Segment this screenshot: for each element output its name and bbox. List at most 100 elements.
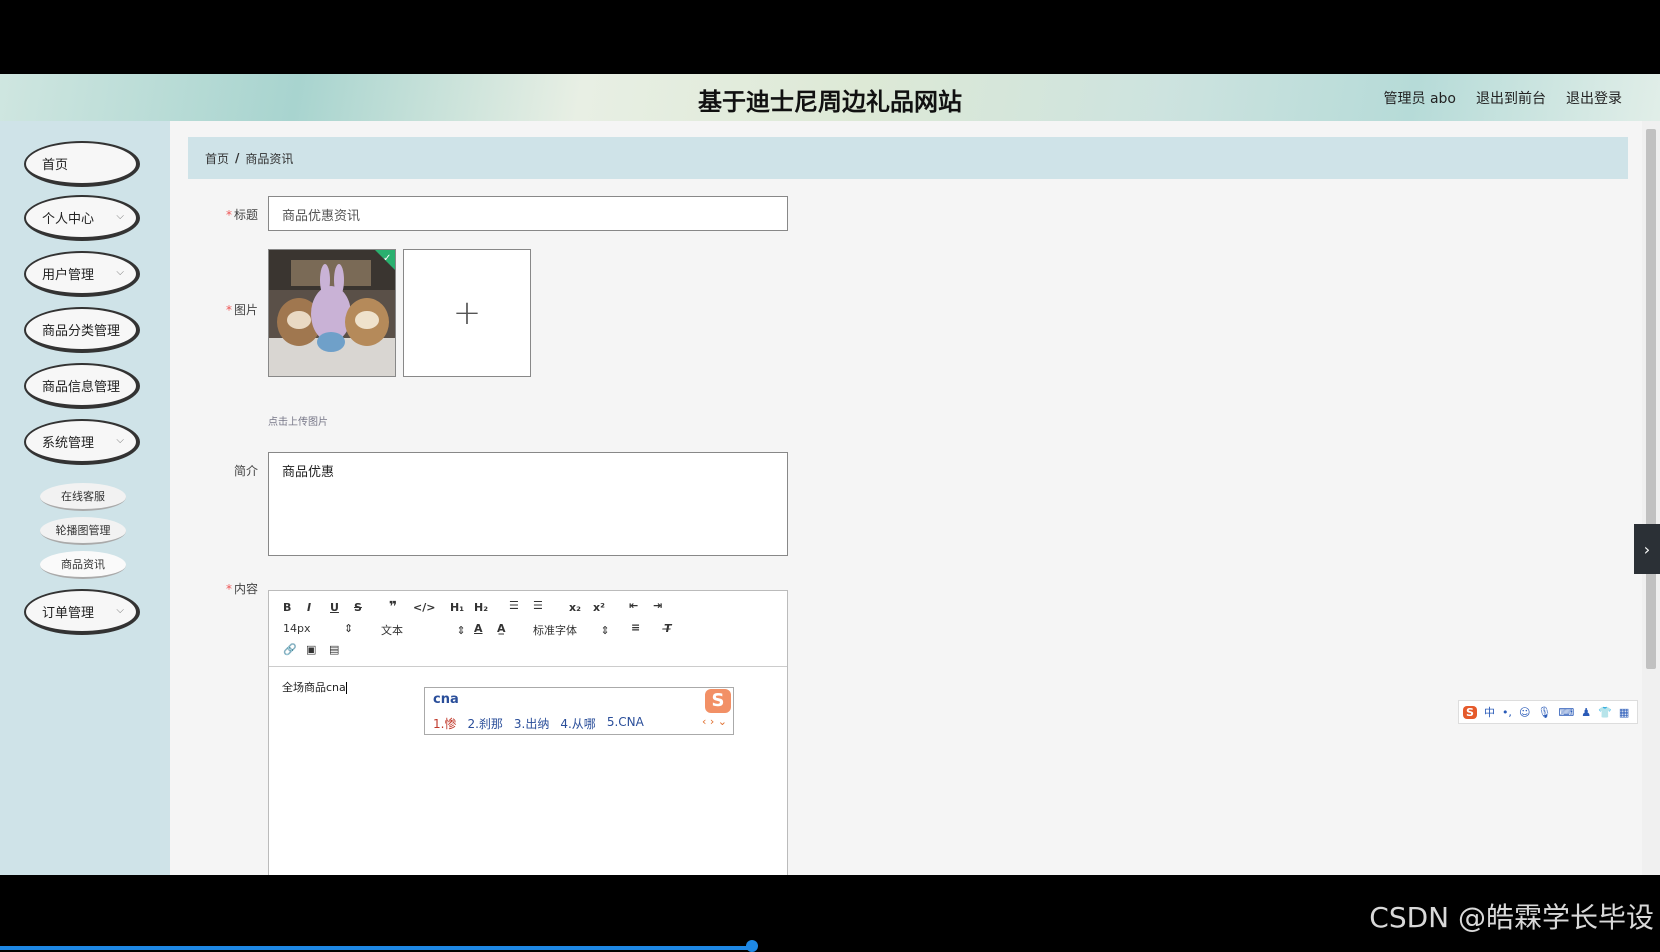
sogou-logo-icon: S <box>705 689 731 713</box>
ime-mode[interactable]: 中 <box>1484 704 1495 720</box>
sidebar-item-category-management[interactable]: 商品分类管理 <box>24 307 140 353</box>
skin-icon[interactable]: 👕 <box>1598 706 1612 719</box>
sidebar-item-personal-center[interactable]: 个人中心 ⌵ <box>24 195 140 241</box>
ime-input-text: cna <box>433 692 459 707</box>
microphone-icon[interactable]: 🎙 <box>1537 706 1551 719</box>
ime-candidate[interactable]: 4.从哪 <box>560 715 595 732</box>
punctuation-icon[interactable]: •, <box>1502 706 1512 719</box>
strikethrough-icon[interactable]: S <box>354 601 362 614</box>
indent-icon[interactable]: ⇥ <box>653 599 662 612</box>
ime-candidate[interactable]: 5.CNA <box>607 715 644 732</box>
font-family-select[interactable]: 标准字体 ⇕ <box>533 622 610 638</box>
title-input[interactable]: 商品优惠资讯 <box>268 196 788 231</box>
content-label: * 内容 <box>198 580 258 597</box>
scrollbar-thumb[interactable] <box>1646 129 1656 669</box>
sidebar-item-order-management[interactable]: 订单管理 ⌵ <box>24 589 140 635</box>
italic-icon[interactable]: I <box>307 601 311 614</box>
ordered-list-icon[interactable]: ☰ <box>509 599 519 612</box>
font-size-select[interactable]: 14px ⇕ <box>283 622 353 635</box>
sidebar-item-label: 个人中心 <box>42 211 95 227</box>
ime-page-nav-icon[interactable]: ‹ › ⌄ <box>702 715 727 728</box>
outdent-icon[interactable]: ⇤ <box>629 599 638 612</box>
breadcrumb-current: 商品资讯 <box>245 151 294 166</box>
image-label-text: 图片 <box>233 303 258 317</box>
sidebar-item-home[interactable]: 首页 <box>24 141 140 187</box>
code-icon[interactable]: </> <box>413 601 435 614</box>
video-icon[interactable]: ▤ <box>329 643 339 656</box>
plus-icon: + <box>452 293 482 333</box>
exit-to-front-link[interactable]: 退出到前台 <box>1476 88 1546 108</box>
emoji-icon[interactable]: ☺ <box>1519 706 1530 719</box>
blockquote-icon[interactable]: ❞ <box>389 599 397 615</box>
logout-link[interactable]: 退出登录 <box>1566 88 1622 108</box>
plush-toys-image: ✓ <box>269 250 395 376</box>
breadcrumb-home[interactable]: 首页 <box>205 150 229 167</box>
sidebar-item-product-management[interactable]: 商品信息管理 <box>24 363 140 409</box>
sidebar-subitem-online-service[interactable]: 在线客服 <box>40 483 126 511</box>
align-icon[interactable]: ≡ <box>631 621 640 634</box>
sidebar-subitem-label: 商品资讯 <box>61 558 105 571</box>
image-label: * 图片 <box>198 301 258 318</box>
clear-format-icon[interactable]: T̶ <box>664 622 672 635</box>
heading2-icon[interactable]: H₂ <box>474 601 488 614</box>
user-icon[interactable]: ♟ <box>1581 706 1591 719</box>
svg-text:✓: ✓ <box>383 253 391 264</box>
background-color-icon[interactable]: A̲ <box>497 622 506 635</box>
chevron-down-icon: ⌵ <box>116 267 124 278</box>
select-arrows-icon: ⇕ <box>344 622 354 635</box>
font-family-value: 标准字体 <box>533 624 577 637</box>
sidebar-subitem-product-news[interactable]: 商品资讯 <box>40 551 126 579</box>
format-value: 文本 <box>381 624 403 637</box>
ime-candidate[interactable]: 3.出纳 <box>514 715 549 732</box>
sogou-logo-icon: S <box>1463 705 1477 719</box>
required-mark: * <box>225 208 232 222</box>
image-icon[interactable]: ▣ <box>306 643 316 656</box>
video-progress-handle[interactable] <box>746 940 758 952</box>
chevron-down-icon: ⌵ <box>116 435 124 446</box>
sidebar-item-label: 用户管理 <box>42 267 95 283</box>
sidebar-item-label: 订单管理 <box>42 605 95 621</box>
keyboard-icon[interactable]: ⌨ <box>1558 706 1574 719</box>
breadcrumb-separator: / <box>235 151 240 165</box>
subscript-icon[interactable]: x₂ <box>569 601 581 614</box>
ime-candidate[interactable]: 1.惨 <box>433 715 456 732</box>
top-header: 基于迪士尼周边礼品网站 管理员 abo 退出到前台 退出登录 <box>0 74 1660 121</box>
add-image-button[interactable]: + <box>403 249 531 377</box>
breadcrumb: 首页 / 商品资讯 <box>188 137 1628 179</box>
format-select[interactable]: 文本 ⇕ <box>381 622 466 638</box>
upload-hint: 点击上传图片 <box>268 417 328 428</box>
sidebar-subitem-carousel[interactable]: 轮播图管理 <box>40 517 126 545</box>
font-size-value: 14px <box>283 622 311 635</box>
font-color-icon[interactable]: A <box>474 622 483 635</box>
ime-status-bar[interactable]: S 中 •, ☺ 🎙 ⌨ ♟ 👕 ▦ <box>1458 700 1638 724</box>
link-icon[interactable]: 🔗 <box>283 643 297 656</box>
content-label-text: 内容 <box>233 582 258 596</box>
toolbox-icon[interactable]: ▦ <box>1619 706 1629 719</box>
bold-icon[interactable]: B <box>283 601 291 614</box>
side-panel-toggle[interactable]: › <box>1634 524 1660 574</box>
sidebar-item-label: 首页 <box>42 157 69 173</box>
intro-label-text: 简介 <box>233 464 258 478</box>
underline-icon[interactable]: U <box>330 601 339 614</box>
title-label: * 标题 <box>198 206 258 223</box>
intro-textarea[interactable]: 商品优惠 <box>268 452 788 556</box>
video-progress-bar[interactable] <box>0 946 752 950</box>
sidebar-subitem-label: 在线客服 <box>61 490 105 503</box>
sidebar-item-system-management[interactable]: 系统管理 ⌵ <box>24 419 140 465</box>
bullet-list-icon[interactable]: ☰ <box>533 599 543 612</box>
ime-candidate[interactable]: 2.刹那 <box>467 715 502 732</box>
ime-candidates: 1.惨 2.刹那 3.出纳 4.从哪 5.CNA <box>433 715 644 732</box>
main-content: 首页 / 商品资讯 * 标题 商品优惠资讯 * 图片 ✓ + 点击上传图片 简介… <box>170 121 1642 875</box>
uploaded-image-thumbnail[interactable]: ✓ <box>268 249 396 377</box>
heading1-icon[interactable]: H₁ <box>450 601 464 614</box>
rich-text-editor[interactable]: B I U S ❞ </> H₁ H₂ ☰ ☰ x₂ x² ⇤ ⇥ 14px ⇕… <box>268 590 788 875</box>
required-mark: * <box>225 303 232 317</box>
title-label-text: 标题 <box>233 208 258 222</box>
browser-viewport: 基于迪士尼周边礼品网站 管理员 abo 退出到前台 退出登录 首页 个人中心 ⌵… <box>0 74 1660 875</box>
editor-body[interactable]: 全场商品cna <box>282 679 347 695</box>
sidebar-item-label: 系统管理 <box>42 435 95 451</box>
sidebar-item-user-management[interactable]: 用户管理 ⌵ <box>24 251 140 297</box>
superscript-icon[interactable]: x² <box>593 601 605 614</box>
scrollbar[interactable] <box>1642 121 1660 875</box>
intro-label: 简介 <box>198 462 258 479</box>
